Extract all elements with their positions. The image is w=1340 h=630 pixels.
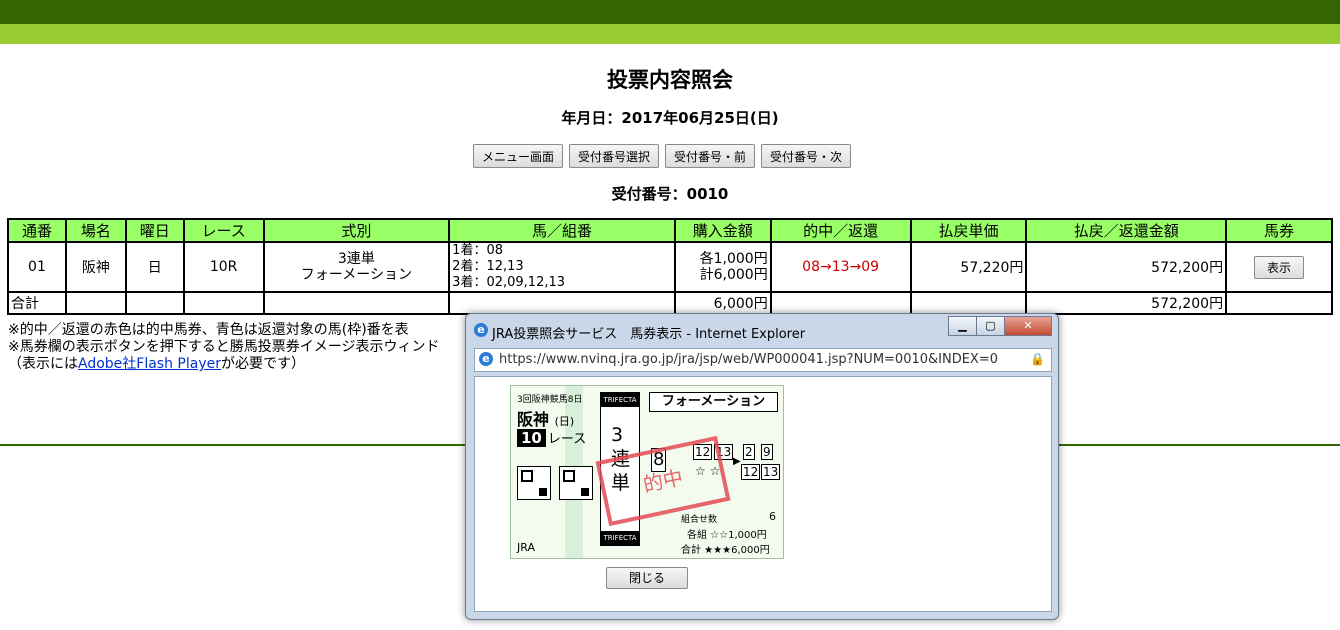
combo-second: 2着：12,13 (452, 259, 524, 274)
ticket-series: 3回阪神競馬8日 (517, 395, 583, 405)
menu-button[interactable]: メニュー画面 (473, 144, 564, 168)
page-title: 投票内容照会 (607, 68, 733, 92)
total-amount: 合計 ★★★6,000円 (681, 545, 770, 556)
cell-ticket: 表示 (1225, 241, 1333, 293)
arrow-right-icon: ▶ (733, 456, 741, 467)
table-header-row: 通番 場名 曜日 レース 式別 馬／組番 購入金額 的中／返還 払戻単価 払戻／… (7, 218, 1333, 243)
ticket-race: 10 レース (517, 428, 586, 447)
show-ticket-button[interactable]: 表示 (1254, 255, 1305, 279)
minimize-icon[interactable]: ▁ (948, 316, 977, 336)
nav-buttons: メニュー画面 受付番号選択 受付番号・前 受付番号・次 (473, 144, 852, 168)
cell-race: 10R (182, 241, 265, 293)
popup-content: 3回阪神競馬8日 阪神 (日) 10 レース TRIFECTA 3 連 単 TR… (474, 376, 1052, 612)
bet-table: 通番 場名 曜日 レース 式別 馬／組番 購入金額 的中／返還 払戻単価 払戻／… (7, 218, 1333, 315)
receipt-next-button[interactable]: 受付番号・次 (761, 144, 852, 168)
col-header: 購入金額 (673, 218, 772, 243)
amount-each: 各1,000円 (699, 251, 768, 267)
col-header: 式別 (262, 218, 451, 243)
receipt-prev-button[interactable]: 受付番号・前 (665, 144, 756, 168)
combos-value: 6 (769, 510, 776, 523)
amount-total: 計6,000円 (699, 267, 768, 283)
ticket-formation: フォーメーション (649, 392, 778, 412)
col-header: 払戻／返還金額 (1025, 218, 1228, 243)
col-header: 曜日 (124, 218, 185, 243)
cell-combo: 1着：08 2着：12,13 3着：02,09,12,13 (448, 241, 676, 293)
cell-unit-payout: 57,220円 (909, 241, 1028, 293)
col-header: 馬／組番 (448, 218, 676, 243)
ticket-third-c: 12 (741, 464, 761, 480)
cell-no: 01 (7, 241, 67, 293)
note-line-1: ※的中／返還の赤色は的中馬券、青色は返還対象の馬(枠)番を表 (8, 322, 409, 338)
maximize-icon[interactable]: ▢ (976, 316, 1005, 336)
col-header: 的中／返還 (769, 218, 912, 243)
cell-amount: 各1,000円 計6,000円 (673, 241, 772, 293)
note-line-3: （表示にはAdobe社Flash Playerが必要です） (8, 356, 305, 372)
cell-bet-type: 3連単 フォーメーション (262, 241, 451, 293)
total-label: 合計 (7, 291, 67, 315)
popup-window-title: JRA投票照会サービス 馬券表示 - Internet Explorer (492, 327, 806, 342)
qr-code-icon (517, 466, 551, 500)
ticket-third-a: 2 (743, 444, 755, 460)
jra-logo: JRA (517, 541, 535, 554)
cell-venue: 阪神 (64, 241, 127, 293)
qr-code-icon (559, 466, 593, 500)
header-bar-dark (0, 0, 1340, 24)
lock-icon: 🔒 (1030, 352, 1045, 366)
cell-hit: 08→13→09 (769, 241, 912, 293)
bet-type-name: 3連単 (337, 251, 375, 267)
ie-icon: e (474, 323, 488, 337)
date-line: 年月日：2017年06月25日(日) (561, 109, 779, 127)
trifecta-label: TRIFECTA (601, 531, 639, 545)
combo-first: 1着：08 (452, 243, 503, 258)
trifecta-label: TRIFECTA (601, 393, 639, 407)
bet-type-method: フォーメーション (300, 267, 412, 283)
receipt-number: 受付番号：0010 (611, 185, 729, 203)
col-header: レース (182, 218, 265, 243)
ticket-venue: 阪神 (日) (517, 410, 575, 429)
combo-third: 3着：02,09,12,13 (452, 275, 566, 290)
receipt-select-button[interactable]: 受付番号選択 (569, 144, 660, 168)
address-bar[interactable]: e https://www.nvinq.jra.go.jp/jra/jsp/we… (474, 348, 1052, 372)
flash-player-link[interactable]: Adobe社Flash Player (78, 356, 221, 372)
ie-icon: e (479, 352, 493, 366)
combos-label: 組合せ数 (681, 515, 718, 525)
each-amount: 各組 ☆☆1,000円 (687, 530, 767, 541)
col-header: 通番 (7, 218, 67, 243)
ticket-third-b: 9 (761, 444, 773, 460)
note-line-2: ※馬券欄の表示ボタンを押下すると勝馬投票券イメージ表示ウィンド (8, 339, 440, 355)
col-header: 場名 (64, 218, 127, 243)
header-bar-light (0, 24, 1340, 44)
ticket-popup-window[interactable]: e JRA投票照会サービス 馬券表示 - Internet Explorer ▁… (465, 313, 1059, 620)
total-payout: 572,200円 (1025, 291, 1228, 315)
table-row: 01 阪神 日 10R 3連単 フォーメーション 1着：08 2着：12,13 … (7, 241, 1333, 293)
cell-weekday: 日 (124, 241, 185, 293)
cell-payout: 572,200円 (1025, 241, 1228, 293)
address-url[interactable]: https://www.nvinq.jra.go.jp/jra/jsp/web/… (499, 352, 998, 367)
close-popup-button[interactable]: 閉じる (606, 567, 688, 589)
col-header: 馬券 (1225, 218, 1333, 243)
ticket-image: 3回阪神競馬8日 阪神 (日) 10 レース TRIFECTA 3 連 単 TR… (510, 385, 784, 559)
ticket-third-d: 13 (761, 464, 781, 480)
total-amount: 6,000円 (673, 291, 772, 315)
close-icon[interactable]: ✕ (1004, 316, 1052, 336)
col-header: 払戻単価 (909, 218, 1028, 243)
table-total-row: 合計 6,000円 572,200円 (7, 291, 1333, 315)
notes: ※的中／返還の赤色は的中馬券、青色は返還対象の馬(枠)番を表 ※馬券欄の表示ボタ… (8, 322, 439, 373)
window-controls: ▁ ▢ ✕ (948, 316, 1052, 336)
